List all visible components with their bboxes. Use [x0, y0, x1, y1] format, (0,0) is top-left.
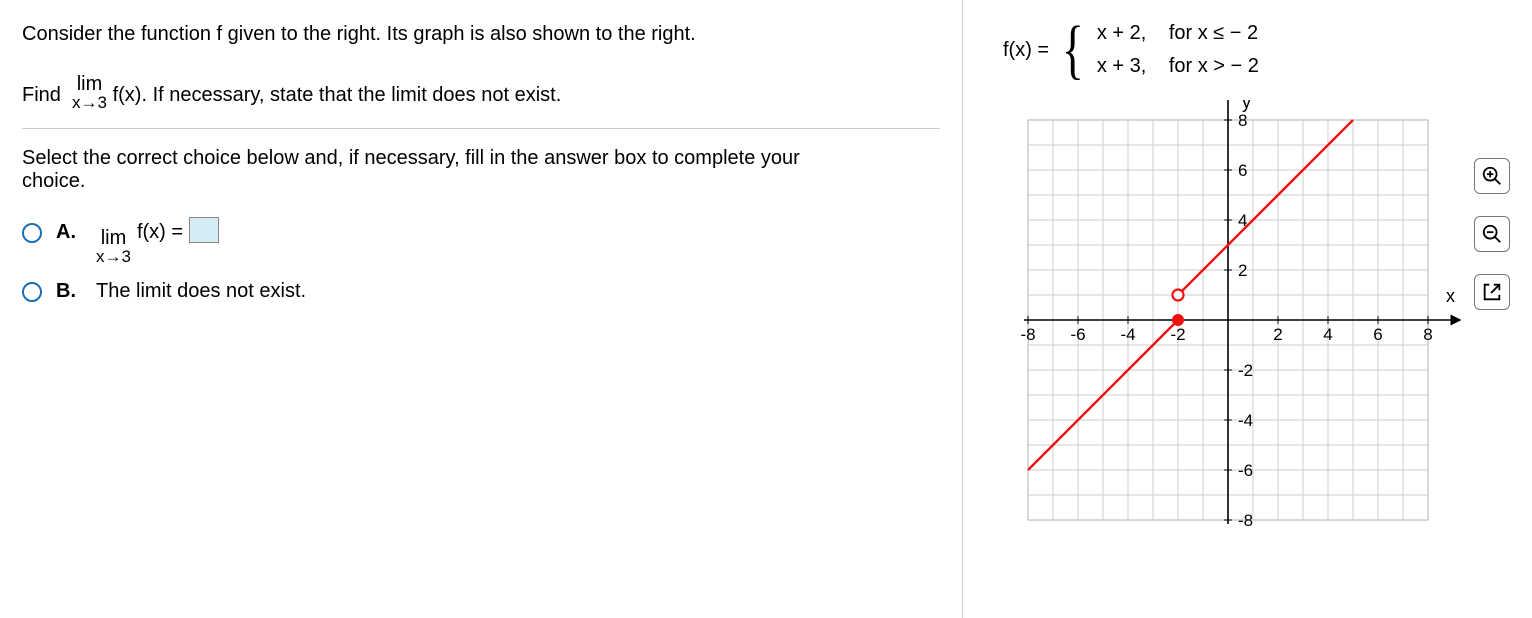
svg-text:-6: -6	[1070, 325, 1085, 344]
graph: -8-6-4-22468-8-6-4-22468 y x	[1003, 100, 1463, 540]
svg-text:-4: -4	[1238, 411, 1253, 430]
x-axis-label: x	[1446, 286, 1455, 306]
limit-expression: lim x→3	[72, 74, 107, 111]
piece-1: x + 2, for x ≤ − 2	[1097, 22, 1259, 45]
piece-2: x + 3, for x > − 2	[1097, 55, 1259, 78]
y-axis-label: y	[1242, 100, 1251, 112]
choice-b-label: B.	[56, 280, 82, 303]
svg-text:2: 2	[1273, 325, 1282, 344]
radio-a[interactable]	[22, 223, 42, 243]
svg-text:8: 8	[1238, 111, 1247, 130]
svg-text:6: 6	[1238, 161, 1247, 180]
piecewise-function: f(x) = { x + 2, for x ≤ − 2 x + 3, for x…	[1003, 20, 1522, 80]
svg-text:-2: -2	[1170, 325, 1185, 344]
svg-text:-8: -8	[1020, 325, 1035, 344]
choice-a-label: A.	[56, 221, 82, 244]
zoom-in-button[interactable]	[1474, 158, 1510, 194]
question-panel: Consider the function f given to the rig…	[0, 0, 960, 618]
popout-icon	[1481, 281, 1503, 303]
question-intro: Consider the function f given to the rig…	[22, 20, 940, 49]
graph-svg: -8-6-4-22468-8-6-4-22468 y x	[1003, 100, 1463, 540]
question-task: Find lim x→3 f(x). If necessary, state t…	[22, 67, 940, 110]
svg-text:8: 8	[1423, 325, 1432, 344]
choice-b: B. The limit does not exist.	[22, 280, 940, 303]
zoom-out-button[interactable]	[1474, 216, 1510, 252]
question-text: Consider the function f given to the rig…	[22, 20, 940, 110]
reference-panel: f(x) = { x + 2, for x ≤ − 2 x + 3, for x…	[962, 0, 1532, 618]
answer-input[interactable]	[189, 217, 219, 243]
brace-icon: {	[1062, 20, 1084, 80]
choice-b-text: The limit does not exist.	[96, 280, 306, 303]
choice-instruction: Select the correct choice below and, if …	[22, 147, 802, 193]
choices: A. lim x→3 f(x) = B. The limit does not …	[22, 221, 940, 303]
zoom-out-icon	[1481, 223, 1503, 245]
popout-button[interactable]	[1474, 274, 1510, 310]
graph-tools	[1474, 158, 1510, 310]
svg-text:-6: -6	[1238, 461, 1253, 480]
svg-text:-4: -4	[1120, 325, 1135, 344]
svg-text:-8: -8	[1238, 511, 1253, 530]
svg-text:-2: -2	[1238, 361, 1253, 380]
choice-a-limit: lim x→3	[96, 228, 131, 265]
fn-lhs: f(x) =	[1003, 39, 1049, 62]
svg-text:2: 2	[1238, 261, 1247, 280]
choice-a: A. lim x→3 f(x) =	[22, 221, 940, 258]
svg-text:6: 6	[1373, 325, 1382, 344]
divider	[22, 128, 940, 129]
radio-b[interactable]	[22, 282, 42, 302]
zoom-in-icon	[1481, 165, 1503, 187]
svg-text:4: 4	[1323, 325, 1332, 344]
